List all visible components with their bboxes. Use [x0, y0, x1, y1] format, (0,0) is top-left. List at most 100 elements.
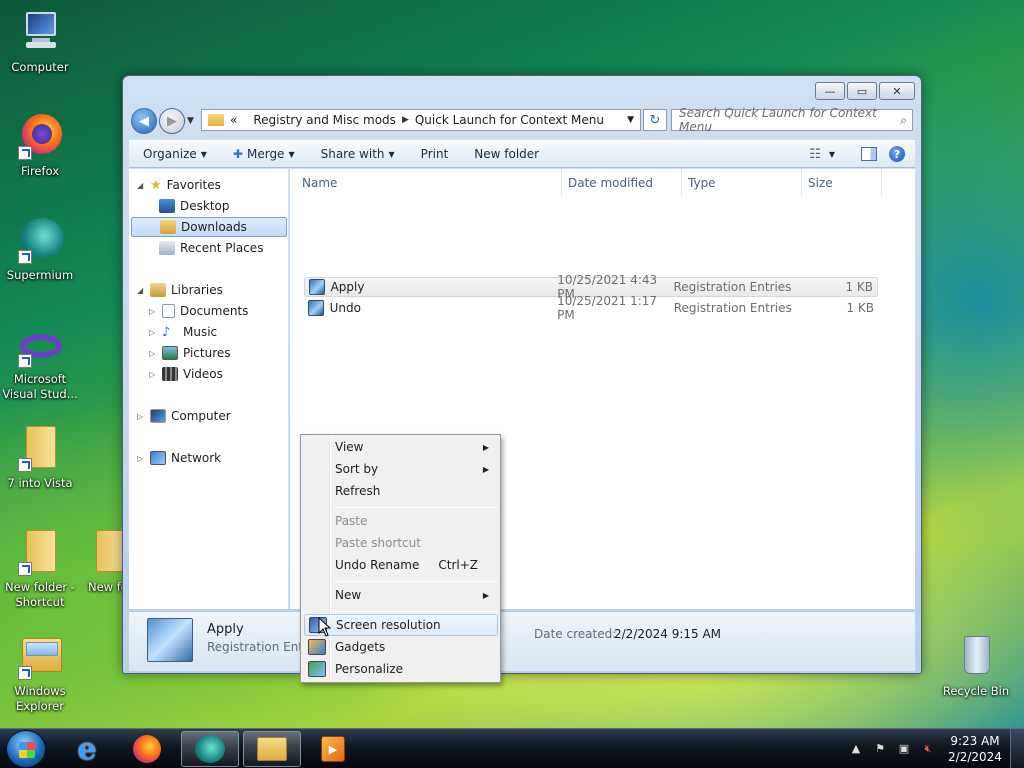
column-headers: Name Date modified Type Size — [290, 169, 915, 197]
menu-item-gadgets[interactable]: Gadgets — [304, 636, 498, 658]
media-player-icon: ▶ — [321, 736, 345, 762]
taskbar: e ▶ ▲ ⚑ ▣ 🔇︎ 9:23 AM 2/2/2024 — [0, 728, 1024, 768]
menu-label: New — [335, 588, 362, 602]
table-row[interactable]: Undo 10/25/2021 1:17 PM Registration Ent… — [304, 294, 878, 322]
mouse-cursor-icon — [318, 617, 332, 637]
menu-item-undo-rename[interactable]: Undo Rename Ctrl+Z — [304, 554, 498, 576]
menu-item-refresh[interactable]: Refresh — [304, 480, 498, 502]
nav-label: Downloads — [181, 220, 247, 234]
close-button[interactable]: ✕ — [879, 82, 915, 100]
show-desktop-button[interactable] — [1010, 729, 1024, 768]
desktop-icon-windows-explorer[interactable]: Windows Explorer — [0, 632, 80, 714]
explorer-window[interactable]: — ▭ ✕ ◀ ▶ ▼ « Registry and Misc mods ▶ Q… — [122, 75, 922, 674]
taskbar-media-player[interactable]: ▶ — [304, 731, 362, 767]
volume-muted-icon[interactable]: 🔇︎ — [920, 742, 936, 756]
file-size: 1 KB — [846, 301, 874, 315]
search-icon[interactable]: ⌕ — [900, 113, 907, 128]
menu-item-view[interactable]: View ▶ — [304, 436, 498, 458]
file-type: Registration Entries — [673, 301, 792, 315]
expand-icon[interactable]: ▷ — [137, 454, 145, 463]
expand-icon[interactable]: ▷ — [149, 370, 157, 379]
network-status-icon[interactable]: ▣ — [896, 742, 912, 756]
menu-separator — [334, 507, 497, 508]
search-input[interactable]: Search Quick Launch for Context Menu ⌕ — [671, 106, 913, 134]
start-button[interactable] — [6, 730, 46, 768]
column-size[interactable]: Size — [802, 169, 882, 197]
desktop-icon-recycle-bin[interactable]: Recycle Bin — [936, 632, 1016, 699]
expand-icon[interactable]: ▷ — [149, 328, 157, 337]
minimize-button[interactable]: — — [815, 82, 845, 100]
gadgets-icon — [308, 639, 326, 655]
nav-music[interactable]: ▷ ♪ Music — [149, 322, 217, 342]
preview-pane-button[interactable] — [861, 147, 877, 161]
taskbar-internet-explorer[interactable]: e — [58, 731, 116, 767]
documents-icon — [162, 304, 175, 318]
nav-label: Network — [171, 451, 222, 465]
menu-item-new[interactable]: New ▶ — [304, 584, 498, 606]
expand-icon[interactable]: ▷ — [137, 412, 145, 421]
nav-desktop[interactable]: Desktop — [159, 196, 230, 216]
refresh-button[interactable]: ↻ — [643, 109, 667, 131]
chevron-down-icon[interactable]: ▼ — [627, 115, 634, 125]
nav-recent-places[interactable]: Recent Places — [159, 238, 263, 258]
nav-favorites[interactable]: ◢ ★ Favorites — [137, 175, 221, 195]
desktop-icon-new-folder[interactable]: New fo... — [76, 528, 124, 595]
navigation-pane: ◢ ★ Favorites Desktop Downloads Recent P… — [129, 169, 289, 609]
back-button[interactable]: ◀ — [131, 108, 157, 134]
breadcrumb-item[interactable]: Quick Launch for Context Menu — [415, 113, 604, 127]
nav-computer[interactable]: ▷ Computer — [137, 406, 231, 426]
menu-item-personalize[interactable]: Personalize — [304, 658, 498, 680]
view-options-button[interactable]: ☷ ▼ — [809, 147, 835, 162]
new-folder-button[interactable]: New folder — [458, 141, 549, 167]
menu-item-sort-by[interactable]: Sort by ▶ — [304, 458, 498, 480]
taskbar-firefox[interactable] — [118, 731, 176, 767]
taskbar-supermium[interactable] — [181, 731, 239, 767]
desktop-icon-visual-studio[interactable]: Microsoft Visual Stud... — [0, 328, 80, 402]
nav-libraries[interactable]: ◢ Libraries — [137, 280, 223, 300]
desktop-icon-new-folder-shortcut[interactable]: New folder - Shortcut — [0, 528, 80, 610]
action-center-flag-icon[interactable]: ⚑ — [872, 742, 888, 756]
nav-downloads[interactable]: Downloads — [131, 217, 287, 237]
windows-explorer-icon — [16, 632, 64, 680]
print-button[interactable]: Print — [405, 141, 459, 167]
recent-pages-dropdown[interactable]: ▼ — [187, 116, 194, 126]
maximize-button[interactable]: ▭ — [847, 82, 877, 100]
expand-icon[interactable]: ◢ — [137, 286, 145, 295]
organize-button[interactable]: Organize ▼ — [129, 141, 217, 167]
refresh-icon: ↻ — [649, 112, 661, 128]
nav-videos[interactable]: ▷ Videos — [149, 364, 223, 384]
nav-pictures[interactable]: ▷ Pictures — [149, 343, 231, 363]
desktop-icon-7-into-vista[interactable]: 7 into Vista — [0, 424, 80, 491]
expand-icon[interactable]: ◢ — [137, 181, 145, 190]
file-type: Registration Entries — [673, 280, 792, 294]
merge-button[interactable]: ✚ Merge ▼ — [217, 141, 305, 167]
expand-icon[interactable]: ▷ — [149, 349, 157, 358]
column-label: Type — [688, 176, 716, 190]
forward-button[interactable]: ▶ — [159, 108, 185, 134]
search-placeholder: Search Quick Launch for Context Menu — [679, 106, 877, 134]
breadcrumb-item[interactable]: Registry and Misc mods — [253, 113, 396, 127]
share-with-button[interactable]: Share with ▼ — [305, 141, 405, 167]
expand-icon[interactable]: ▷ — [149, 307, 157, 316]
desktop-icon-supermium[interactable]: Supermium — [0, 216, 80, 283]
nav-documents[interactable]: ▷ Documents — [149, 301, 248, 321]
chevron-right-icon[interactable]: ▶ — [402, 115, 409, 125]
column-type[interactable]: Type — [682, 169, 802, 197]
visual-studio-icon — [16, 328, 64, 368]
menu-item-screen-resolution[interactable]: Screen resolution — [304, 614, 498, 636]
breadcrumb-overflow[interactable]: « — [230, 113, 237, 127]
downloads-folder-icon — [160, 220, 176, 234]
address-bar[interactable]: « Registry and Misc mods ▶ Quick Launch … — [201, 109, 641, 131]
menu-item-paste-shortcut: Paste shortcut — [304, 532, 498, 554]
clock[interactable]: 9:23 AM 2/2/2024 — [940, 733, 1010, 765]
help-icon[interactable]: ? — [889, 146, 905, 162]
column-label: Size — [808, 176, 833, 190]
taskbar-windows-explorer[interactable] — [243, 731, 301, 767]
column-date-modified[interactable]: Date modified — [562, 169, 682, 197]
nav-network[interactable]: ▷ Network — [137, 448, 221, 468]
show-hidden-icons-icon[interactable]: ▲ — [848, 742, 864, 756]
column-name[interactable]: Name — [290, 169, 562, 197]
desktop-icon-firefox[interactable]: Firefox — [0, 112, 80, 179]
command-bar: Organize ▼ ✚ Merge ▼ Share with ▼ Print … — [129, 140, 915, 168]
desktop-icon-computer[interactable]: Computer — [0, 8, 80, 75]
